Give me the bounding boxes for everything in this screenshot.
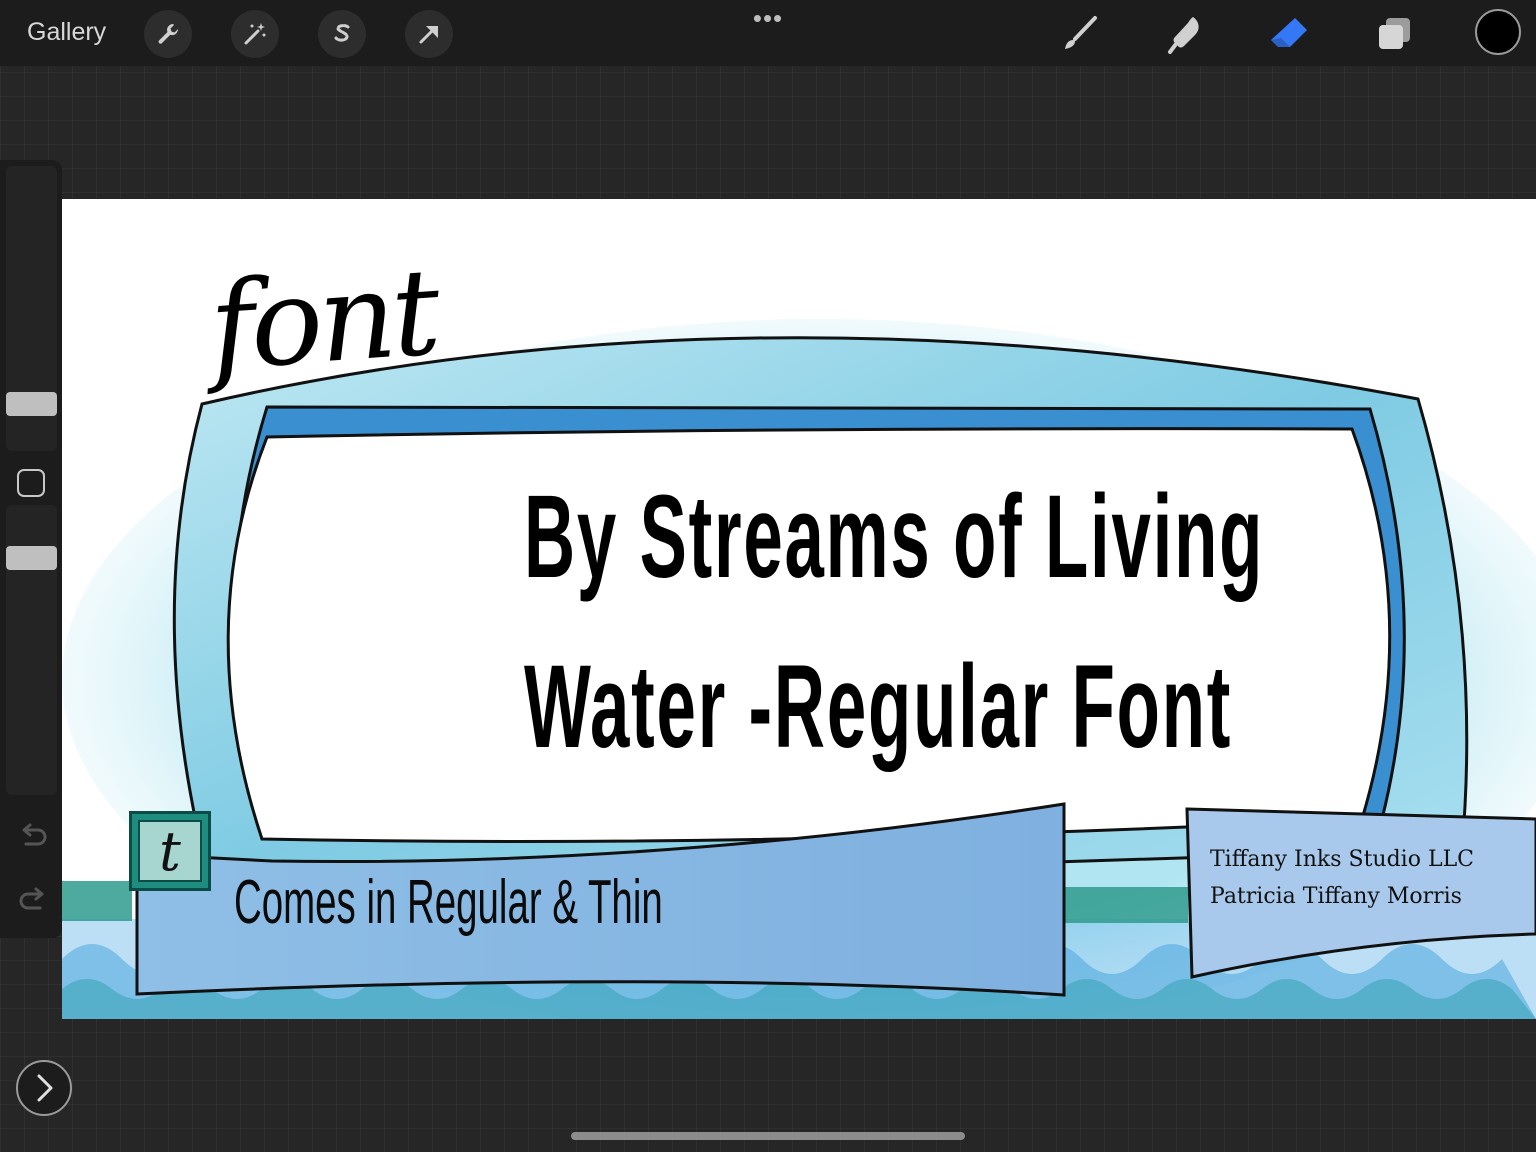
headline-line-1: By Streams of Living [524,471,1265,603]
eraser-icon [1271,18,1307,47]
expand-button[interactable] [16,1060,72,1116]
modify-button[interactable] [17,469,45,497]
brush-size-handle[interactable] [6,392,57,416]
adjustments-button[interactable] [231,10,279,58]
magic-wand-icon [244,23,266,45]
selection-s-icon [334,24,350,42]
brush-tool-button[interactable] [1055,10,1105,58]
opacity-handle[interactable] [6,546,57,570]
eraser-tool-button[interactable] [1264,10,1314,58]
wrench-icon [158,24,179,44]
transform-button[interactable] [405,10,453,58]
gallery-button[interactable]: Gallery [27,18,106,47]
layers-button[interactable] [1369,10,1419,58]
undo-icon[interactable] [18,822,48,850]
headline-line-2: Water -Regular Font [524,641,1233,773]
transform-arrow-icon [419,26,438,44]
t-logo-letter: t [138,820,202,883]
chevron-right-icon [37,1074,53,1102]
selection-button[interactable] [318,10,366,58]
more-options-button[interactable]: ••• [748,5,788,31]
script-word-font: font [205,243,441,398]
smudge-tool-button[interactable] [1160,10,1210,58]
layers-icon [1379,18,1410,49]
top-toolbar: Gallery ••• [0,0,1536,66]
smudge-icon [1168,17,1199,54]
t-logo-badge: t [129,811,211,891]
redo-icon[interactable] [18,886,48,914]
drawing-canvas[interactable]: font By Streams of Living Water -Regular… [62,199,1536,1019]
actions-button[interactable] [144,10,192,58]
studio-name: Tiffany Inks Studio LLC [1210,847,1475,872]
color-picker-button[interactable] [1475,9,1521,55]
home-indicator[interactable] [571,1132,965,1140]
brush-icon [1065,16,1097,49]
left-sidebar [0,160,62,938]
banner-text: Comes in Regular & Thin [234,868,663,937]
artist-name: Patricia Tiffany Morris [1210,884,1462,909]
